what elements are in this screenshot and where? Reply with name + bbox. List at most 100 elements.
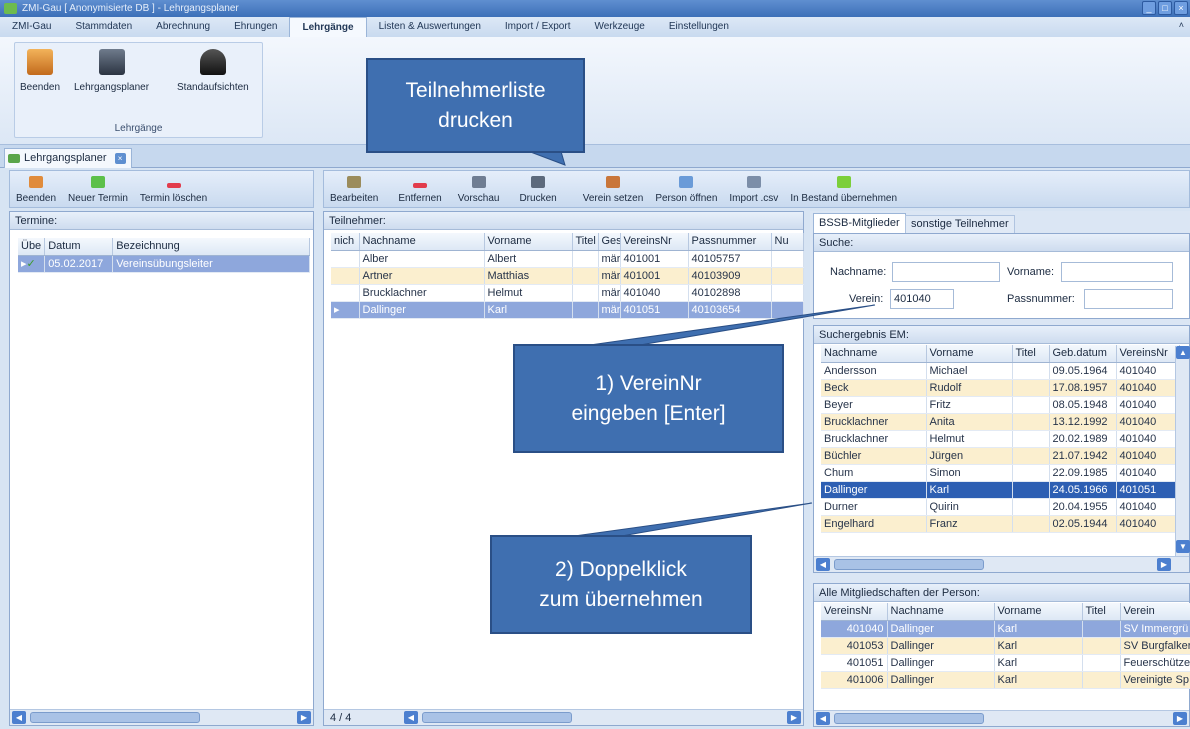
scroll-thumb[interactable] (834, 713, 984, 724)
in-bestand-button[interactable]: In Bestand übernehmen (790, 176, 897, 204)
col-uebe[interactable]: Übe (18, 238, 46, 256)
menu-stammdaten[interactable]: Stammdaten (63, 17, 144, 37)
ergebnis-vscroll[interactable]: ▲ ▼ (1175, 346, 1190, 556)
table-row[interactable]: Brucklachner Anita 13.12.1992 401040 (821, 413, 1180, 431)
tab-sonstige-teilnehmer[interactable]: sonstige Teilnehmer (905, 215, 1015, 233)
menu-einstellungen[interactable]: Einstellungen (657, 17, 741, 37)
close-tab-icon[interactable]: × (114, 153, 126, 164)
col-titel[interactable]: Titel (1012, 345, 1050, 363)
table-row[interactable]: Dallinger Karl 24.05.1966 401051 (821, 481, 1180, 499)
vorschau-button[interactable]: Vorschau (458, 176, 499, 204)
ribbon-group-label: Lehrgänge (114, 123, 163, 134)
table-row[interactable]: 401040 Dallinger Karl SV Immergrü (821, 620, 1190, 638)
scroll-thumb[interactable] (834, 559, 984, 570)
table-row[interactable]: Büchler Jürgen 21.07.1942 401040 (821, 447, 1180, 465)
scroll-left-icon[interactable]: ◀ (404, 711, 418, 724)
beenden-button[interactable]: Beenden (20, 49, 60, 93)
menu-lehrgaenge[interactable]: Lehrgänge (289, 16, 367, 38)
scroll-right-icon[interactable]: ▶ (1173, 712, 1187, 725)
table-row[interactable]: Beyer Fritz 08.05.1948 401040 (821, 396, 1180, 414)
scroll-down-icon[interactable]: ▼ (1176, 540, 1190, 553)
col-vorname[interactable]: Vorname (926, 345, 1013, 363)
scroll-right-icon[interactable]: ▶ (787, 711, 801, 724)
col-vorname[interactable]: Vorname (484, 233, 573, 251)
mitgliedschaften-hscroll[interactable]: ◀ ▶ (814, 710, 1189, 726)
table-row[interactable]: Brucklachner Helmut 20.02.1989 401040 (821, 430, 1180, 448)
col-nu[interactable]: Nu (771, 233, 804, 251)
menu-ehrungen[interactable]: Ehrungen (222, 17, 289, 37)
menu-zmi-gau[interactable]: ZMI-Gau (0, 17, 63, 37)
col-nachname[interactable]: Nachname (887, 603, 995, 621)
scroll-up-icon[interactable]: ▲ (1176, 346, 1190, 359)
col-nachname[interactable]: Nachname (821, 345, 927, 363)
col-datum[interactable]: Datum (44, 238, 114, 256)
col-nachname[interactable]: Nachname (359, 233, 485, 251)
termine-beenden-button[interactable]: Beenden (16, 176, 56, 204)
table-row[interactable]: ▸ Dallinger Karl mär 401051 40103654 (331, 301, 804, 319)
col-bezeichnung[interactable]: Bezeichnung (112, 238, 310, 256)
callout-print: Teilnehmerliste drucken (366, 58, 585, 153)
person-oeffnen-button[interactable]: Person öffnen (655, 176, 717, 204)
menu-import-export[interactable]: Import / Export (493, 17, 583, 37)
standaufsichten-button[interactable]: Standaufsichten (177, 49, 249, 93)
table-row[interactable]: Andersson Michael 09.05.1964 401040 (821, 362, 1180, 380)
nachname-input[interactable] (892, 262, 1000, 282)
table-row[interactable]: Engelhard Franz 02.05.1944 401040 (821, 515, 1180, 533)
table-row[interactable]: Chum Simon 22.09.1985 401040 (821, 464, 1180, 482)
table-row[interactable]: Alber Albert mär 401001 40105757 (331, 250, 804, 268)
menu-listen[interactable]: Listen & Auswertungen (367, 17, 493, 37)
tab-lehrgangsplaner[interactable]: Lehrgangsplaner × (4, 148, 132, 168)
termine-hscroll[interactable]: ◀ ▶ (10, 709, 313, 725)
scroll-thumb[interactable] (422, 712, 572, 723)
col-titel[interactable]: Titel (572, 233, 599, 251)
bearbeiten-button[interactable]: Bearbeiten (330, 176, 378, 204)
col-verein[interactable]: Verein (1120, 603, 1190, 621)
col-titel[interactable]: Titel (1082, 603, 1121, 621)
chevron-up-icon[interactable]: ˄ (1179, 20, 1184, 30)
col-vereinsnr[interactable]: VereinsNr (620, 233, 689, 251)
table-row[interactable]: 401053 Dallinger Karl SV Burgfalker (821, 637, 1190, 655)
table-row[interactable]: Beck Rudolf 17.08.1957 401040 (821, 379, 1180, 397)
menu-werkzeuge[interactable]: Werkzeuge (582, 17, 656, 37)
lehrgangsplaner-button[interactable]: Lehrgangsplaner (74, 49, 149, 93)
right-area: BSSB-Mitglieder sonstige Teilnehmer Such… (810, 211, 1190, 729)
col-vereinsnr[interactable]: VereinsNr (1116, 345, 1180, 363)
col-passnummer[interactable]: Passnummer (688, 233, 772, 251)
teilnehmer-hscroll[interactable]: 4 / 4 ◀ ▶ (324, 709, 803, 725)
scroll-left-icon[interactable]: ◀ (816, 712, 830, 725)
drucken-button[interactable]: Drucken (519, 176, 557, 204)
scroll-right-icon[interactable]: ▶ (1157, 558, 1171, 571)
scroll-left-icon[interactable]: ◀ (12, 711, 26, 724)
entfernen-button[interactable]: Entfernen (398, 177, 442, 204)
close-icon[interactable]: × (1174, 1, 1188, 15)
col-vorname[interactable]: Vorname (994, 603, 1083, 621)
teilnehmer-panel: Teilnehmer: nich Nachname Vorname Titel … (323, 211, 804, 726)
verein-setzen-button[interactable]: Verein setzen (583, 176, 643, 204)
passnummer-input[interactable] (1084, 289, 1173, 309)
col-ges[interactable]: Ges (598, 233, 621, 251)
termin-loeschen-button[interactable]: Termin löschen (140, 177, 207, 204)
scroll-thumb[interactable] (30, 712, 200, 723)
table-row[interactable]: Brucklachner Helmut mär 401040 40102898 (331, 284, 804, 302)
table-row[interactable]: Artner Matthias mär 401001 40103909 (331, 267, 804, 285)
table-row[interactable]: Durner Quirin 20.04.1955 401040 (821, 498, 1180, 516)
menu-abrechnung[interactable]: Abrechnung (144, 17, 222, 37)
suchergebnis-table: Nachname Vorname Titel Geb.datum Vereins… (821, 345, 1180, 533)
col-vereinsnr[interactable]: VereinsNr (821, 603, 888, 621)
col-geb-datum[interactable]: Geb.datum (1049, 345, 1117, 363)
tab-bssb-mitglieder[interactable]: BSSB-Mitglieder (813, 213, 906, 233)
table-row[interactable]: 401051 Dallinger Karl Feuerschütze (821, 654, 1190, 672)
callout-step2: 2) Doppelklick zum übernehmen (490, 535, 752, 634)
maximize-icon[interactable]: □ (1158, 1, 1172, 15)
minimize-icon[interactable]: _ (1142, 1, 1156, 15)
table-row[interactable]: 401006 Dallinger Karl Vereinigte Sp (821, 671, 1190, 689)
verein-input[interactable]: 401040 (890, 289, 954, 309)
vorname-input[interactable] (1061, 262, 1173, 282)
scroll-right-icon[interactable]: ▶ (297, 711, 311, 724)
neuer-termin-button[interactable]: Neuer Termin (68, 176, 128, 204)
table-row[interactable]: ▸✓ 05.02.2017 Vereinsübungsleiter (18, 255, 310, 273)
col-nicht[interactable]: nich (331, 233, 360, 251)
ergebnis-hscroll[interactable]: ◀ ▶ (814, 556, 1189, 572)
import-csv-button[interactable]: Import .csv (729, 176, 778, 204)
scroll-left-icon[interactable]: ◀ (816, 558, 830, 571)
